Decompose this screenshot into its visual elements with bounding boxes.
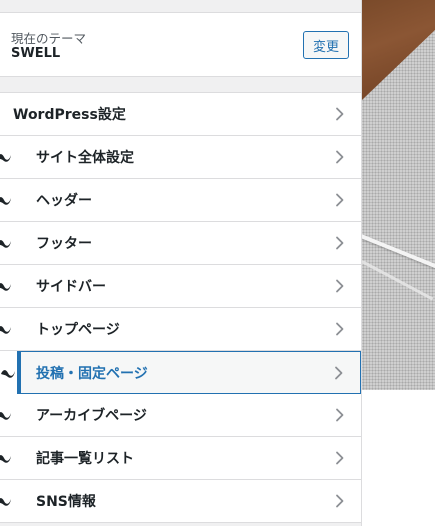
chevron-right-icon: [335, 366, 343, 380]
menu-item-label: フッター: [36, 236, 92, 252]
menu-item-wordpress-settings[interactable]: WordPress設定: [0, 93, 361, 136]
swell-logo-icon: [0, 498, 11, 506]
change-theme-button[interactable]: 変更: [303, 31, 349, 59]
swell-logo-icon: [1, 370, 15, 378]
chevron-right-icon: [336, 150, 344, 164]
chevron-right-icon: [336, 494, 344, 508]
swell-logo-icon: [0, 154, 11, 162]
menu-item-label: SNS情報: [36, 494, 96, 510]
menu-item-label: ヘッダー: [36, 193, 92, 209]
menu-item-label: サイドバー: [36, 279, 106, 295]
chevron-right-icon: [336, 408, 344, 422]
swell-logo-icon: [0, 455, 11, 463]
menu-item-header[interactable]: ヘッダー: [0, 179, 361, 222]
chevron-right-icon: [336, 451, 344, 465]
menu-item-post-list[interactable]: 記事一覧リスト: [0, 437, 361, 480]
swell-logo-icon: [0, 283, 11, 291]
menu-item-top-page[interactable]: トップページ: [0, 308, 361, 351]
swell-logo-icon: [0, 197, 11, 205]
current-theme-caption: 現在のテーマ: [11, 31, 87, 46]
menu-item-label: トップページ: [36, 322, 120, 338]
site-preview[interactable]: [362, 0, 435, 526]
chevron-right-icon: [336, 279, 344, 293]
chevron-right-icon: [336, 322, 344, 336]
swell-logo-icon: [0, 326, 11, 334]
section-gap: [0, 77, 361, 93]
chevron-right-icon: [336, 193, 344, 207]
menu-item-label: 記事一覧リスト: [36, 451, 134, 467]
customizer-panel: 現在のテーマ SWELL 変更 WordPress設定サイト全体設定 ヘッダーフッ…: [0, 0, 362, 526]
current-theme-name: SWELL: [11, 46, 61, 61]
swell-logo-icon: [0, 240, 11, 248]
menu-item-sidebar[interactable]: サイドバー: [0, 265, 361, 308]
menu-item-label: アーカイブページ: [36, 408, 147, 424]
menu-item-posts-pages[interactable]: 投稿・固定ページ: [1, 351, 361, 394]
menu-item-footer[interactable]: フッター: [0, 222, 361, 265]
customizer-menu: WordPress設定サイト全体設定 ヘッダーフッターサイドバートップページ投稿・…: [0, 93, 361, 523]
menu-item-sns-info[interactable]: SNS情報: [0, 480, 361, 523]
menu-item-label: サイト全体設定: [36, 150, 134, 166]
panel-top-strip: [0, 0, 361, 13]
menu-item-label: 投稿・固定ページ: [36, 365, 148, 382]
current-theme-section: 現在のテーマ SWELL 変更: [0, 13, 361, 77]
menu-item-archive-page[interactable]: アーカイブページ: [0, 394, 361, 437]
chevron-right-icon: [336, 107, 344, 121]
chevron-right-icon: [336, 236, 344, 250]
menu-item-site-settings[interactable]: サイト全体設定: [0, 136, 361, 179]
menu-item-label: WordPress設定: [13, 107, 126, 123]
swell-logo-icon: [0, 412, 11, 420]
